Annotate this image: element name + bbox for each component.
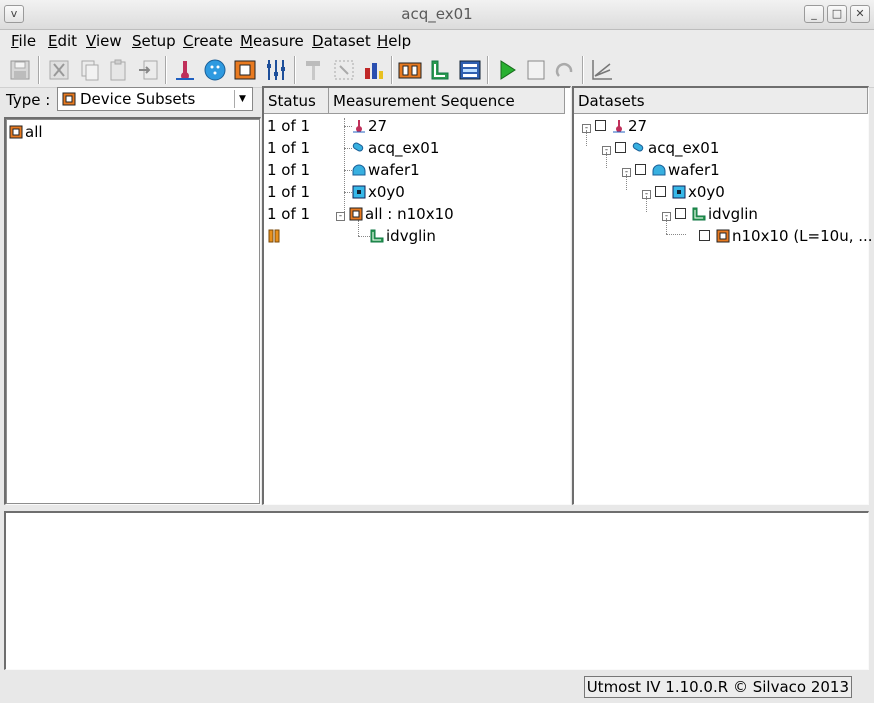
device-icon[interactable]: [233, 58, 257, 82]
wafer-icon: [352, 163, 366, 177]
datasets-panel: Datasets -27 - acq_ex01 - wafer1 - x0y0 - id…: [574, 88, 873, 504]
sequence-status: 1 of 1: [267, 183, 311, 201]
menu-file[interactable]: File: [11, 32, 36, 50]
type-select-value: Device Subsets: [80, 90, 196, 108]
cut-icon[interactable]: [47, 58, 71, 82]
dataset-item[interactable]: - wafer1: [622, 161, 720, 183]
project-icon: [632, 141, 646, 155]
toolbar: [0, 52, 874, 88]
device-set-icon[interactable]: [398, 58, 422, 82]
device-icon: [716, 229, 730, 243]
menu-measure[interactable]: Measure: [240, 32, 304, 50]
wafer-icon[interactable]: [203, 58, 227, 82]
select-icon[interactable]: [332, 58, 356, 82]
sequence-item[interactable]: 27: [352, 117, 387, 139]
sequence-status: 1 of 1: [267, 117, 311, 135]
dataset-item[interactable]: n10x10 (L=10u, ...: [699, 227, 873, 249]
stop-icon[interactable]: [524, 58, 548, 82]
dataset-checkbox[interactable]: [699, 230, 710, 241]
device-subsets-list: all: [6, 119, 260, 504]
list-item-label: all: [25, 123, 43, 141]
type-select[interactable]: Device Subsets ▼: [57, 87, 253, 111]
chevron-down-icon[interactable]: ▼: [234, 90, 250, 108]
menu-create[interactable]: Create: [183, 32, 233, 50]
run-icon[interactable]: [495, 58, 519, 82]
device-icon: [62, 92, 76, 106]
device-icon: [349, 207, 363, 221]
sequence-item[interactable]: x0y0: [352, 183, 405, 205]
dataset-item[interactable]: - acq_ex01: [602, 139, 719, 161]
menu-setup[interactable]: Setup: [132, 32, 176, 50]
sequence-status: [267, 227, 283, 249]
copy-icon[interactable]: [77, 58, 101, 82]
plot-icon[interactable]: [590, 58, 614, 82]
dataset-checkbox[interactable]: [615, 142, 626, 153]
menu-edit[interactable]: Edit: [48, 32, 77, 50]
wafer-icon: [652, 163, 666, 177]
pause-icon: [267, 229, 281, 243]
save-icon[interactable]: [8, 58, 32, 82]
type-label: Type :: [6, 91, 51, 109]
status-column-header[interactable]: Status: [264, 88, 329, 114]
sequence-column-header[interactable]: Measurement Sequence: [329, 88, 565, 114]
collapse-icon[interactable]: -: [642, 190, 651, 199]
minimize-button[interactable]: _: [804, 5, 824, 23]
routine-icon: [370, 229, 384, 243]
list-item[interactable]: all: [9, 123, 43, 145]
dataset-checkbox[interactable]: [595, 120, 606, 131]
temperature-icon[interactable]: [173, 58, 197, 82]
loop-icon[interactable]: [553, 58, 577, 82]
export-icon[interactable]: [458, 58, 482, 82]
collapse-icon[interactable]: -: [622, 168, 631, 177]
maximize-button[interactable]: □: [827, 5, 847, 23]
datasets-column-header[interactable]: Datasets: [574, 88, 868, 114]
sequence-status: 1 of 1: [267, 205, 311, 223]
dataset-item[interactable]: - x0y0: [642, 183, 725, 205]
collapse-icon[interactable]: -: [336, 212, 345, 221]
collapse-icon[interactable]: -: [662, 212, 671, 221]
import-icon[interactable]: [136, 58, 160, 82]
dataset-item[interactable]: - idvglin: [662, 205, 758, 227]
routine-icon[interactable]: [428, 58, 452, 82]
hammer-icon[interactable]: [302, 58, 326, 82]
die-icon: [352, 185, 366, 199]
status-text: Utmost IV 1.10.0.R © Silvaco 2013: [583, 676, 852, 698]
temperature-icon: [352, 119, 366, 133]
die-icon: [672, 185, 686, 199]
device-icon: [9, 125, 23, 139]
paste-icon[interactable]: [106, 58, 130, 82]
menu-dataset[interactable]: Dataset: [312, 32, 371, 50]
window-title: acq_ex01: [401, 5, 473, 23]
routine-icon: [692, 207, 706, 221]
sequence-item[interactable]: wafer1: [352, 161, 420, 183]
close-button[interactable]: ✕: [850, 5, 870, 23]
temperature-icon: [612, 119, 626, 133]
dataset-checkbox[interactable]: [675, 208, 686, 219]
measurement-sequence-panel: Status Measurement Sequence 1 of 1 27 1 …: [264, 88, 570, 504]
collapse-icon[interactable]: -: [582, 124, 591, 133]
dataset-checkbox[interactable]: [655, 186, 666, 197]
sequence-status: 1 of 1: [267, 161, 311, 179]
dataset-item[interactable]: -27: [582, 117, 647, 139]
sequence-item[interactable]: - all : n10x10: [336, 205, 454, 227]
menu-bar: File Edit View Setup Create Measure Data…: [0, 30, 874, 52]
menu-help[interactable]: Help: [377, 32, 411, 50]
sequence-item[interactable]: idvglin: [370, 227, 436, 249]
status-bar: Utmost IV 1.10.0.R © Silvaco 2013: [0, 674, 874, 703]
chart-icon[interactable]: [362, 58, 386, 82]
dataset-checkbox[interactable]: [635, 164, 646, 175]
menu-view[interactable]: View: [86, 32, 122, 50]
sliders-icon[interactable]: [264, 58, 288, 82]
sequence-item[interactable]: acq_ex01: [352, 139, 439, 161]
collapse-icon[interactable]: -: [602, 146, 611, 155]
title-bar: v acq_ex01 _ □ ✕: [0, 0, 874, 30]
sequence-status: 1 of 1: [267, 139, 311, 157]
project-icon: [352, 141, 366, 155]
output-panel[interactable]: [6, 513, 868, 669]
